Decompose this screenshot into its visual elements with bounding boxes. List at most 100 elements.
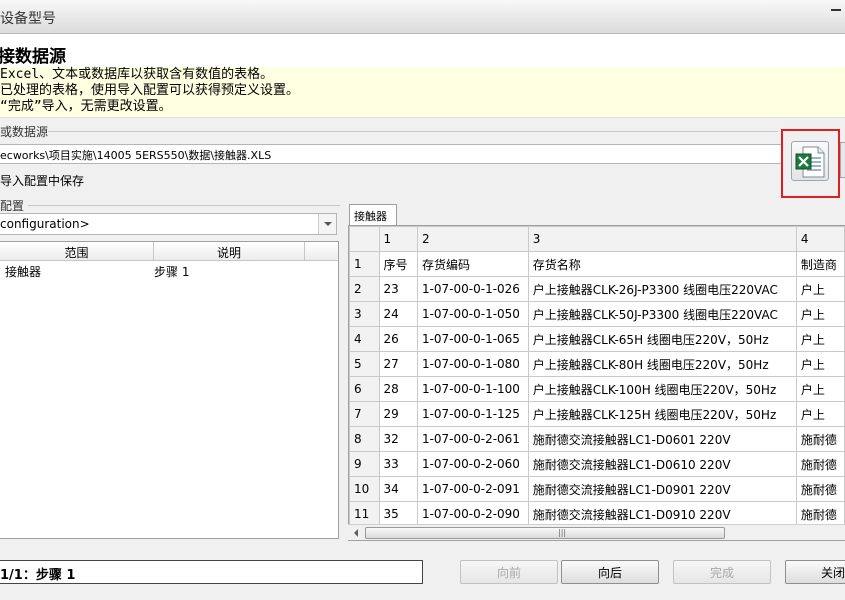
grid-col-number[interactable]: 4 [795, 226, 845, 252]
grid-cell[interactable]: 户上 [795, 401, 845, 427]
grid-cell[interactable]: 施耐德 [795, 476, 845, 502]
desc-cell: 步骤 1 [154, 265, 190, 279]
grid-cell[interactable]: 户上接触器CLK-125H 线圈电压220V，50Hz [527, 401, 797, 427]
range-list: 范围 说明 接触器 步骤 1 [0, 241, 339, 539]
grid-cell[interactable]: 34 [378, 476, 418, 502]
column-divider[interactable] [304, 242, 305, 260]
table-row[interactable]: 1 序号 存货编码 存货名称 制造商 [349, 251, 845, 277]
grid-cell[interactable]: 施耐德交流接触器LC1-D0901 220V [527, 476, 797, 502]
grid-cell[interactable]: 户上接触器CLK-26J-P3300 线圈电压220VAC [527, 276, 797, 302]
minimize-icon[interactable] [831, 9, 841, 11]
grid-cell[interactable]: 1-07-00-0-1-125 [416, 401, 529, 427]
grid-cell[interactable]: 户上接触器CLK-80H 线圈电压220V，50Hz [527, 351, 797, 377]
source-path-field[interactable]: ecworks\项目实施\14005 5ERS550\数据\接触器.XLS [0, 144, 782, 164]
secondary-browse-button[interactable] [840, 142, 845, 178]
grid-cell[interactable]: 户上接触器CLK-100H 线圈电压220V，50Hz [527, 376, 797, 402]
table-row[interactable]: 9 33 1-07-00-0-2-060 施耐德交流接触器LC1-D0610 220V… [349, 451, 845, 477]
table-row[interactable]: 7 29 1-07-00-0-1-125 户上接触器CLK-125H 线圈电压220V… [349, 401, 845, 427]
row-number[interactable]: 5 [349, 351, 380, 377]
grid-cell[interactable]: 33 [378, 451, 418, 477]
grid-cell[interactable]: 27 [378, 351, 418, 377]
list-item[interactable]: 接触器 步骤 1 [0, 262, 338, 280]
table-row[interactable]: 6 28 1-07-00-0-1-100 户上接触器CLK-100H 线圈电压220V… [349, 376, 845, 402]
grid-cell[interactable]: 施耐德 [795, 451, 845, 477]
grid-cell[interactable]: 1-07-00-0-1-065 [416, 326, 529, 352]
grid-corner-cell[interactable] [349, 226, 380, 252]
scroll-thumb[interactable]: ||| [365, 527, 725, 539]
grid-cell[interactable]: 1-07-00-0-2-090 [416, 501, 529, 527]
grid-cell[interactable]: 1-07-00-0-1-080 [416, 351, 529, 377]
table-row[interactable]: 4 26 1-07-00-0-1-065 户上接触器CLK-65H 线圈电压220V，… [349, 326, 845, 352]
table-row[interactable]: 2 23 1-07-00-0-1-026 户上接触器CLK-26J-P3300 线圈电… [349, 276, 845, 302]
row-number[interactable]: 8 [349, 426, 380, 452]
grid-cell[interactable]: 序号 [378, 251, 418, 277]
grid-cell[interactable]: 户上接触器CLK-50J-P3300 线圈电压220VAC [527, 301, 797, 327]
grid-cell[interactable]: 施耐德交流接触器LC1-D0610 220V [527, 451, 797, 477]
grid-col-number[interactable]: 3 [527, 226, 797, 252]
grid-cell[interactable]: 户上 [795, 276, 845, 302]
table-row[interactable]: 3 24 1-07-00-0-1-050 户上接触器CLK-50J-P3300 线圈电… [349, 301, 845, 327]
table-row[interactable]: 8 32 1-07-00-0-2-061 施耐德交流接触器LC1-D0601 220V… [349, 426, 845, 452]
grid-cell[interactable]: 施耐德交流接触器LC1-D0601 220V [527, 426, 797, 452]
save-config-label[interactable]: 导入配置中保存 [0, 172, 84, 189]
grid-cell[interactable]: 户上 [795, 376, 845, 402]
column-header-range[interactable]: 范围 [0, 244, 153, 261]
grid-cell[interactable]: 户上接触器CLK-65H 线圈电压220V，50Hz [527, 326, 797, 352]
row-number[interactable]: 2 [349, 276, 380, 302]
grid-cell[interactable]: 28 [378, 376, 418, 402]
row-number[interactable]: 10 [349, 476, 380, 502]
grid-cell[interactable]: 1-07-00-0-2-061 [416, 426, 529, 452]
grid-column-header-row: 1 2 3 4 [349, 226, 845, 252]
grid-cell[interactable]: 1-07-00-0-2-091 [416, 476, 529, 502]
grid-cell[interactable]: 1-07-00-0-2-060 [416, 451, 529, 477]
grid-cell[interactable]: 存货编码 [416, 251, 529, 277]
grid-cell[interactable]: 施耐德 [795, 501, 845, 527]
sheet-preview: 1 2 3 4 1 序号 存货编码 存货名称 制造商 2 23 1-07-00-0-1-026… [348, 225, 845, 541]
finish-button[interactable]: 完成 [673, 560, 771, 584]
excel-browse-button[interactable] [791, 141, 829, 181]
section-divider [48, 131, 778, 132]
grid-cell[interactable]: 施耐德交流接触器LC1-D0910 220V [527, 501, 797, 527]
prev-button[interactable]: 向前 [460, 560, 558, 584]
horizontal-scrollbar[interactable]: ||| [348, 524, 845, 540]
grid-cell[interactable]: 制造商 [795, 251, 845, 277]
grid-cell[interactable]: 35 [378, 501, 418, 527]
row-number[interactable]: 1 [349, 251, 380, 277]
table-row[interactable]: 10 34 1-07-00-0-2-091 施耐德交流接触器LC1-D0901 220… [349, 476, 845, 502]
table-row[interactable]: 5 27 1-07-00-0-1-080 户上接触器CLK-80H 线圈电压220V，… [349, 351, 845, 377]
grid-cell[interactable]: 1-07-00-0-1-026 [416, 276, 529, 302]
grid-col-number[interactable]: 1 [378, 226, 418, 252]
grid-cell[interactable]: 32 [378, 426, 418, 452]
row-number[interactable]: 4 [349, 326, 380, 352]
grid-cell[interactable]: 26 [378, 326, 418, 352]
close-button[interactable]: 关闭 [785, 560, 845, 584]
window-title: 设备型号 [0, 11, 56, 27]
row-number[interactable]: 11 [349, 501, 380, 527]
grid-cell[interactable]: 24 [378, 301, 418, 327]
chevron-down-icon[interactable] [318, 214, 336, 234]
grid-cell[interactable]: 1-07-00-0-1-100 [416, 376, 529, 402]
table-row[interactable]: 11 35 1-07-00-0-2-090 施耐德交流接触器LC1-D0910 220… [349, 501, 845, 527]
config-select[interactable]: configuration> [0, 213, 337, 235]
row-number[interactable]: 7 [349, 401, 380, 427]
grid-cell[interactable]: 1-07-00-0-1-050 [416, 301, 529, 327]
page-title: 接数据源 [0, 47, 66, 67]
wizard-header: 接数据源 Excel、文本或数据库以获取含有数值的表格。 已处理的表格，使用导入… [0, 34, 845, 118]
grid-cell[interactable]: 施耐德 [795, 426, 845, 452]
row-number[interactable]: 9 [349, 451, 380, 477]
grid-col-number[interactable]: 2 [416, 226, 529, 252]
grid-cell[interactable]: 户上 [795, 351, 845, 377]
config-section-label: 配置 [0, 199, 25, 213]
column-header-desc[interactable]: 说明 [154, 244, 304, 261]
grid-cell[interactable]: 户上 [795, 301, 845, 327]
row-number[interactable]: 3 [349, 301, 380, 327]
instruction-line: “完成”导入，无需更改设置。 [0, 99, 172, 114]
grid-cell[interactable]: 23 [378, 276, 418, 302]
grid-cell[interactable]: 户上 [795, 326, 845, 352]
sheet-tab[interactable]: 接触器 [349, 204, 397, 225]
next-button[interactable]: 向后 [561, 560, 659, 584]
grid-cell[interactable]: 存货名称 [527, 251, 797, 277]
row-number[interactable]: 6 [349, 376, 380, 402]
grid-cell[interactable]: 29 [378, 401, 418, 427]
scroll-left-icon[interactable] [354, 529, 358, 537]
